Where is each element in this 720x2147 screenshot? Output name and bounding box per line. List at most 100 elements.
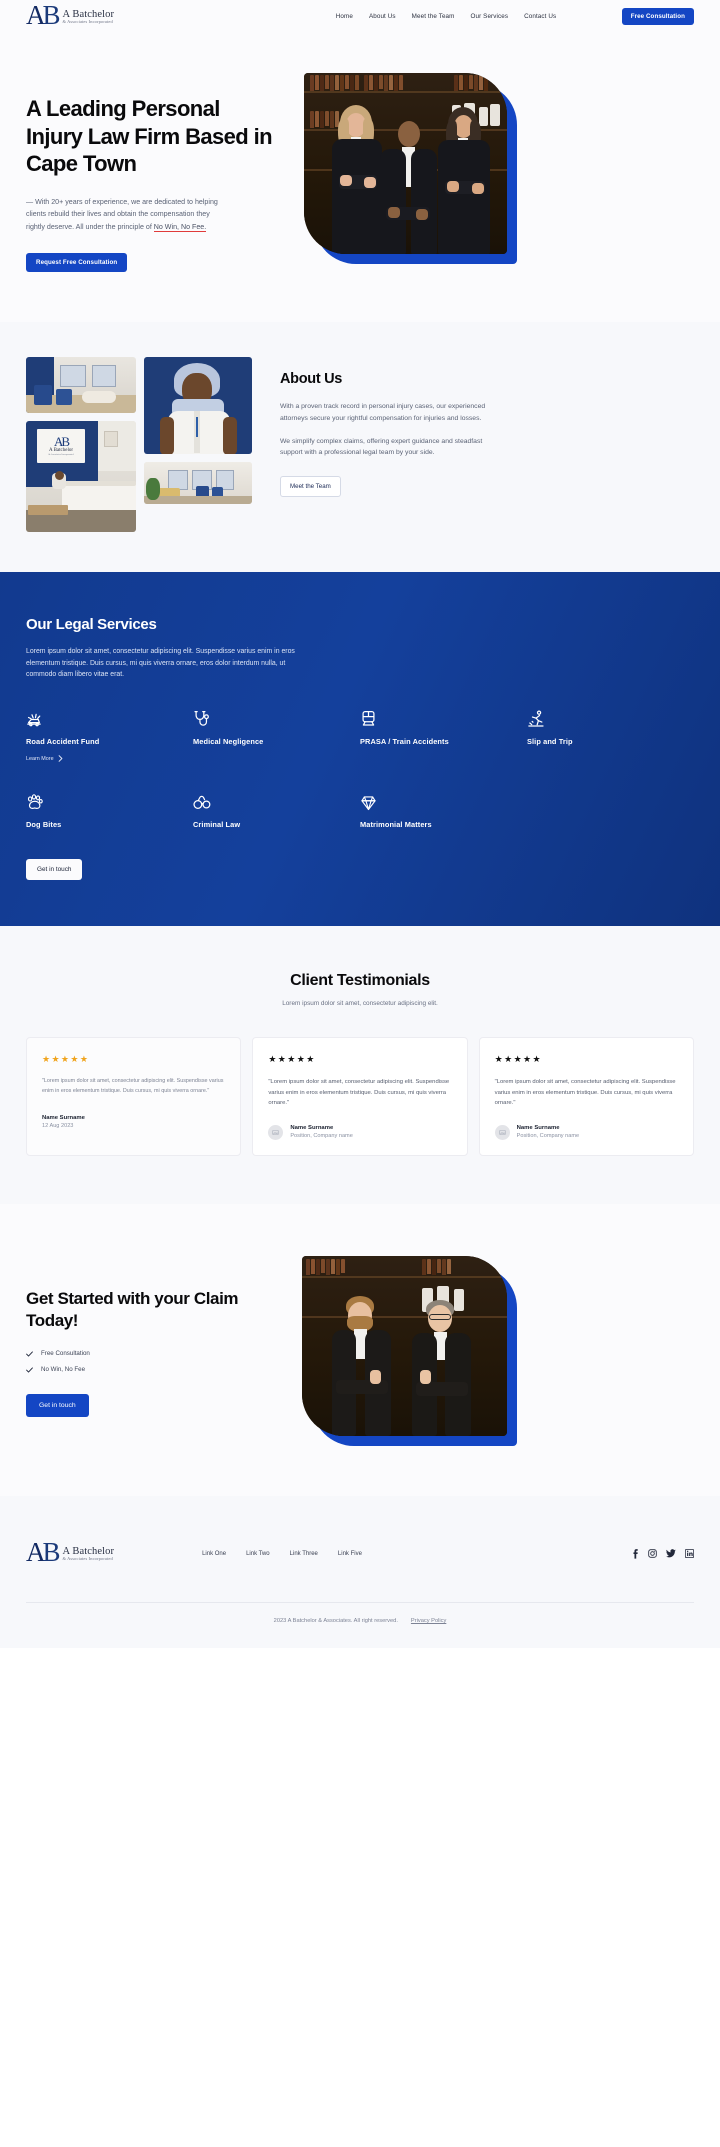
testimonial-card: ★★★★★ "Lorem ipsum dolor sit amet, conse…: [26, 1037, 242, 1156]
service-label: Medical Negligence: [193, 737, 264, 747]
cta-lawyers-photo: [302, 1255, 507, 1436]
logo-monogram-icon: AB: [26, 1537, 61, 1568]
privacy-policy-link[interactable]: Privacy Policy: [411, 1618, 446, 1624]
about-content: About Us With a proven track record in p…: [280, 357, 694, 532]
learn-more-link[interactable]: Learn More: [26, 755, 183, 763]
request-free-consultation-button[interactable]: Request Free Consultation: [26, 252, 128, 272]
hero-section: A Leading Personal Injury Law Firm Based…: [0, 33, 720, 322]
train-icon: [360, 709, 517, 728]
chevron-right-icon: [58, 755, 62, 763]
avatar: [268, 1124, 284, 1140]
learn-more-label: Learn More: [26, 755, 54, 762]
nav-links: Home About Us Meet the Team Our Services…: [328, 13, 565, 20]
footer-link-three[interactable]: Link Three: [280, 1551, 328, 1557]
footer-links: Link One Link Two Link Three Link Five: [192, 1551, 372, 1557]
image-placeholder-icon: [272, 1129, 279, 1135]
social-links: [631, 1548, 694, 1559]
service-item-criminal-law[interactable]: Criminal Law: [193, 792, 360, 829]
footer-brand-logo[interactable]: AB A Batchelor & Associates Incorporated: [26, 1537, 114, 1568]
gallery-column-left: AB A Batchelor & Associates Incorporated: [26, 356, 136, 532]
free-consultation-button[interactable]: Free Consultation: [621, 8, 694, 25]
instagram-icon[interactable]: [648, 1549, 657, 1559]
footer-link-two[interactable]: Link Two: [236, 1551, 280, 1557]
brand-subtitle: & Associates Incorporated: [62, 1555, 113, 1561]
cta-bullet: No Win, No Fee: [26, 1366, 276, 1373]
cta-content: Get Started with your Claim Today! Free …: [26, 1282, 276, 1418]
testimonials-section: Client Testimonials Lorem ipsum dolor si…: [0, 926, 720, 1204]
footer-row: AB A Batchelor & Associates Incorporated…: [26, 1532, 694, 1576]
gallery-column-right: [144, 356, 252, 532]
services-paragraph: Lorem ipsum dolor sit amet, consectetur …: [26, 647, 295, 679]
service-item-medical-negligence[interactable]: Medical Negligence: [193, 709, 360, 762]
testimonial-author: Name Surname Position, Company name: [494, 1124, 678, 1140]
testimonials-heading: Client Testimonials: [290, 972, 430, 990]
brand-logo[interactable]: AB A Batchelor & Associates Incorporated: [26, 0, 115, 30]
cta-section: Get Started with your Claim Today! Free …: [0, 1203, 720, 1496]
facebook-icon[interactable]: [631, 1548, 639, 1559]
diamond-icon: [360, 792, 517, 811]
hero-team-photo: [304, 73, 507, 254]
testimonial-card: ★★★★★ "Lorem ipsum dolor sit amet, conse…: [478, 1037, 694, 1156]
testimonial-author: Name Surname 12 Aug 2023: [42, 1115, 225, 1129]
logo-monogram-icon: AB: [26, 0, 61, 30]
linkedin-icon[interactable]: [685, 1549, 694, 1559]
handcuffs-icon: [193, 792, 350, 811]
services-get-in-touch-button[interactable]: Get in touch: [26, 859, 83, 881]
paw-print-icon: [26, 792, 183, 811]
testimonials-subheading: Lorem ipsum dolor sit amet, consectetur …: [282, 1000, 438, 1008]
services-heading: Our Legal Services: [26, 615, 157, 633]
brand-subtitle: & Associates Incorporated: [62, 18, 113, 24]
nav-item-home[interactable]: Home: [328, 13, 361, 20]
nav-item-our-services[interactable]: Our Services: [463, 13, 517, 20]
service-item-dog-bites[interactable]: Dog Bites: [26, 792, 193, 829]
footer: AB A Batchelor & Associates Incorporated…: [0, 1495, 720, 1648]
services-section: Our Legal Services Lorem ipsum dolor sit…: [0, 571, 720, 927]
copyright-text: 2023 A Batchelor & Associates. All right…: [273, 1617, 398, 1624]
cta-bullet-label: No Win, No Fee: [41, 1366, 86, 1374]
about-image-gallery: AB A Batchelor & Associates Incorporated: [26, 356, 252, 532]
service-item-slip-and-trip[interactable]: Slip and Trip: [527, 709, 694, 762]
footer-link-one[interactable]: Link One: [192, 1551, 236, 1557]
author-name: Name Surname: [516, 1125, 560, 1132]
hero-image-wrapper: [304, 73, 517, 264]
cta-get-in-touch-button[interactable]: Get in touch: [26, 1394, 89, 1418]
cta-image-wrapper: [302, 1255, 517, 1446]
testimonial-quote: "Lorem ipsum dolor sit amet, consectetur…: [42, 1078, 224, 1094]
car-crash-icon: [26, 709, 183, 728]
landing-page: AB A Batchelor & Associates Incorporated…: [0, 0, 720, 1648]
meet-the-team-button[interactable]: Meet the Team: [280, 476, 341, 498]
service-label: Slip and Trip: [527, 737, 573, 747]
services-grid: Road Accident Fund Learn More Medical Ne…: [26, 709, 694, 829]
nav-item-meet-the-team[interactable]: Meet the Team: [404, 13, 463, 20]
testimonial-quote: "Lorem ipsum dolor sit amet, consectetur…: [268, 1079, 450, 1107]
reception-desk-photo: AB A Batchelor & Associates Incorporated: [26, 420, 136, 532]
about-heading: About Us: [280, 370, 343, 387]
check-icon: [26, 1367, 33, 1373]
nav-item-about-us[interactable]: About Us: [361, 13, 404, 20]
star-rating-icon: ★★★★★: [42, 1054, 90, 1065]
about-paragraph-1: With a proven track record in personal i…: [280, 402, 486, 422]
team-member-portrait: [144, 356, 252, 454]
hero-heading: A Leading Personal Injury Law Firm Based…: [26, 96, 273, 177]
service-label: Road Accident Fund: [26, 737, 100, 747]
service-label: Criminal Law: [193, 820, 241, 830]
service-label: Dog Bites: [26, 820, 62, 830]
service-item-matrimonial-matters[interactable]: Matrimonial Matters: [360, 792, 527, 829]
service-item-prasa-train-accidents[interactable]: PRASA / Train Accidents: [360, 709, 527, 762]
footer-bottom: 2023 A Batchelor & Associates. All right…: [26, 1603, 694, 1648]
office-interior-photo: [144, 461, 252, 504]
service-item-road-accident-fund[interactable]: Road Accident Fund Learn More: [26, 709, 193, 763]
nav-item-contact-us[interactable]: Contact Us: [516, 13, 564, 20]
testimonial-author: Name Surname Position, Company name: [268, 1124, 451, 1140]
cta-bullet-label: Free Consultation: [41, 1350, 90, 1358]
twitter-icon[interactable]: [666, 1549, 676, 1558]
testimonial-quote: "Lorem ipsum dolor sit amet, consectetur…: [494, 1079, 676, 1107]
star-rating-icon: ★★★★★: [268, 1054, 316, 1065]
footer-link-five[interactable]: Link Five: [328, 1551, 372, 1557]
brand-name: A Batchelor: [62, 8, 115, 20]
testimonial-cards: ★★★★★ "Lorem ipsum dolor sit amet, conse…: [26, 1037, 694, 1156]
stethoscope-icon: [193, 709, 350, 728]
no-win-no-fee-highlight: No Win, No Fee.: [153, 222, 207, 233]
author-meta: Position, Company name: [516, 1133, 580, 1140]
office-lounge-photo: [26, 356, 136, 413]
